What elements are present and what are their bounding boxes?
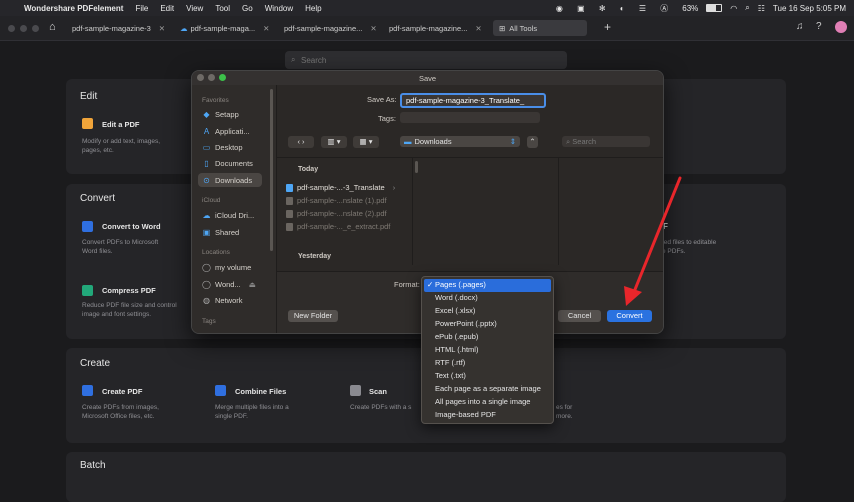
annotation-arrow (624, 176, 682, 306)
arrow-head (624, 286, 642, 306)
arrow-shaft (632, 176, 682, 294)
